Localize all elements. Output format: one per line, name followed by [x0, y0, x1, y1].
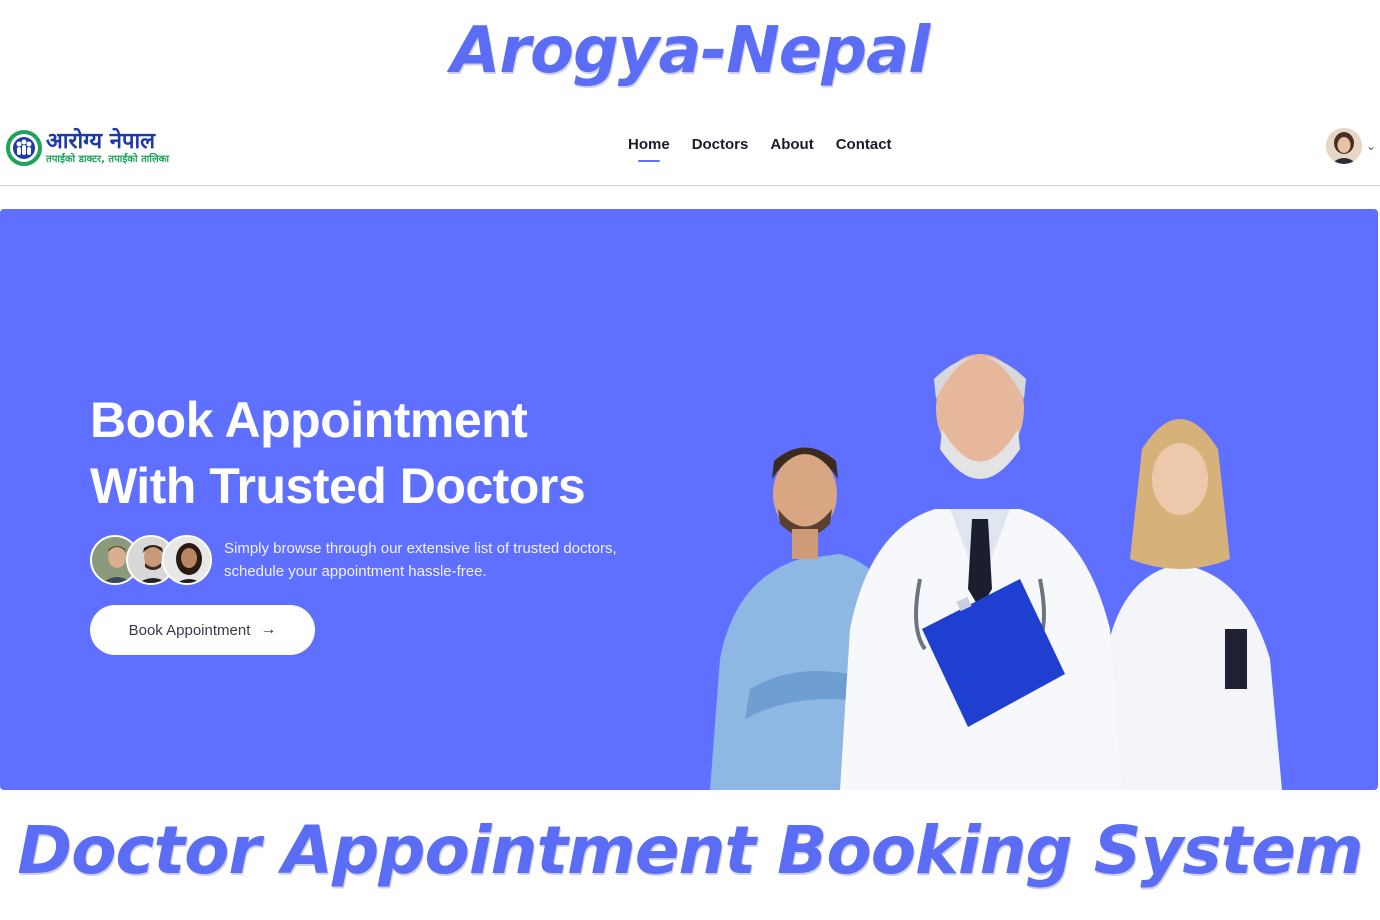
site-logo[interactable]: आरोग्य नेपाल तपाईंको डाक्टर, तपाईंको ताल… — [6, 126, 169, 170]
book-appointment-label: Book Appointment — [128, 621, 251, 639]
doctor-center — [840, 354, 1122, 790]
doctor-avatar — [162, 535, 212, 585]
logo-tagline: तपाईंको डाक्टर, तपाईंको तालिका — [46, 154, 169, 165]
doctor-avatar-group — [90, 535, 212, 585]
doctor-right — [1100, 419, 1282, 790]
doctors-group-image — [710, 354, 1282, 790]
hero-trust-row: Simply browse through our extensive list… — [90, 535, 644, 585]
chevron-down-icon[interactable]: ⌄ — [1366, 139, 1376, 153]
user-avatar[interactable] — [1325, 128, 1362, 164]
banner-top-title: Arogya-Nepal — [450, 14, 930, 88]
hero-heading-line2: With Trusted Doctors — [90, 458, 586, 514]
logo-title: आरोग्य नेपाल — [46, 129, 156, 154]
hero-heading-line1: Book Appointment — [90, 392, 528, 448]
book-appointment-button[interactable]: Book Appointment → — [90, 605, 315, 655]
banner-bottom-title: Doctor Appointment Booking System — [17, 812, 1363, 889]
main-nav: Home Doctors About Contact — [628, 136, 892, 162]
navbar: आरोग्य नेपाल तपाईंको डाक्टर, तपाईंको ताल… — [0, 108, 1380, 186]
hero-description: Simply browse through our extensive list… — [224, 540, 617, 580]
logo-mark-icon — [6, 130, 42, 166]
hero-heading: Book Appointment With Trusted Doctors — [90, 387, 690, 519]
nav-home[interactable]: Home — [628, 136, 670, 162]
arrow-right-icon: → — [260, 621, 277, 638]
hero-section: Book Appointment With Trusted Doctors Si… — [0, 209, 1378, 790]
profile-menu[interactable]: ⌄ — [1325, 128, 1376, 164]
nav-doctors[interactable]: Doctors — [692, 136, 749, 153]
nav-about[interactable]: About — [770, 136, 813, 153]
nav-contact[interactable]: Contact — [836, 136, 892, 153]
